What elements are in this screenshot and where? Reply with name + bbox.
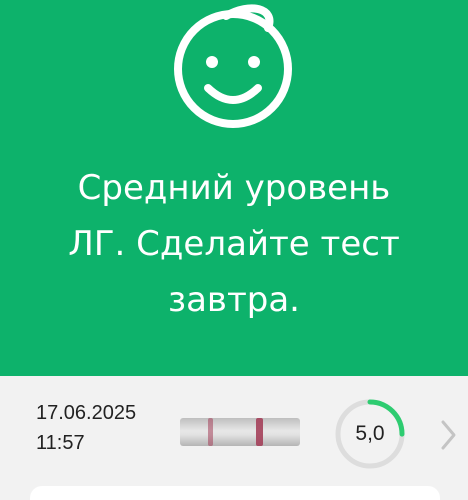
result-message-line: Средний уровень <box>77 168 391 208</box>
test-strip-lines <box>208 418 263 446</box>
result-hero: Средний уровень ЛГ. Сделайте тест завтра… <box>0 0 468 376</box>
lh-value: 5,0 <box>355 422 385 445</box>
test-line <box>208 418 213 446</box>
test-result-row[interactable]: 17.06.2025 11:57 5,0 <box>0 376 468 500</box>
test-time: 11:57 <box>36 432 85 454</box>
test-date: 17.06.2025 <box>36 402 137 424</box>
next-result-card[interactable] <box>30 486 440 500</box>
result-message-line: завтра. <box>168 280 300 320</box>
control-line <box>256 418 263 446</box>
test-strip-image <box>180 418 300 446</box>
result-message-line: ЛГ. Сделайте тест <box>68 224 400 264</box>
baby-face-icon <box>174 4 292 128</box>
chevron-right-icon[interactable] <box>438 418 458 452</box>
test-datetime: 17.06.2025 11:57 <box>36 398 136 458</box>
result-message: Средний уровень ЛГ. Сделайте тест завтра… <box>20 160 448 328</box>
